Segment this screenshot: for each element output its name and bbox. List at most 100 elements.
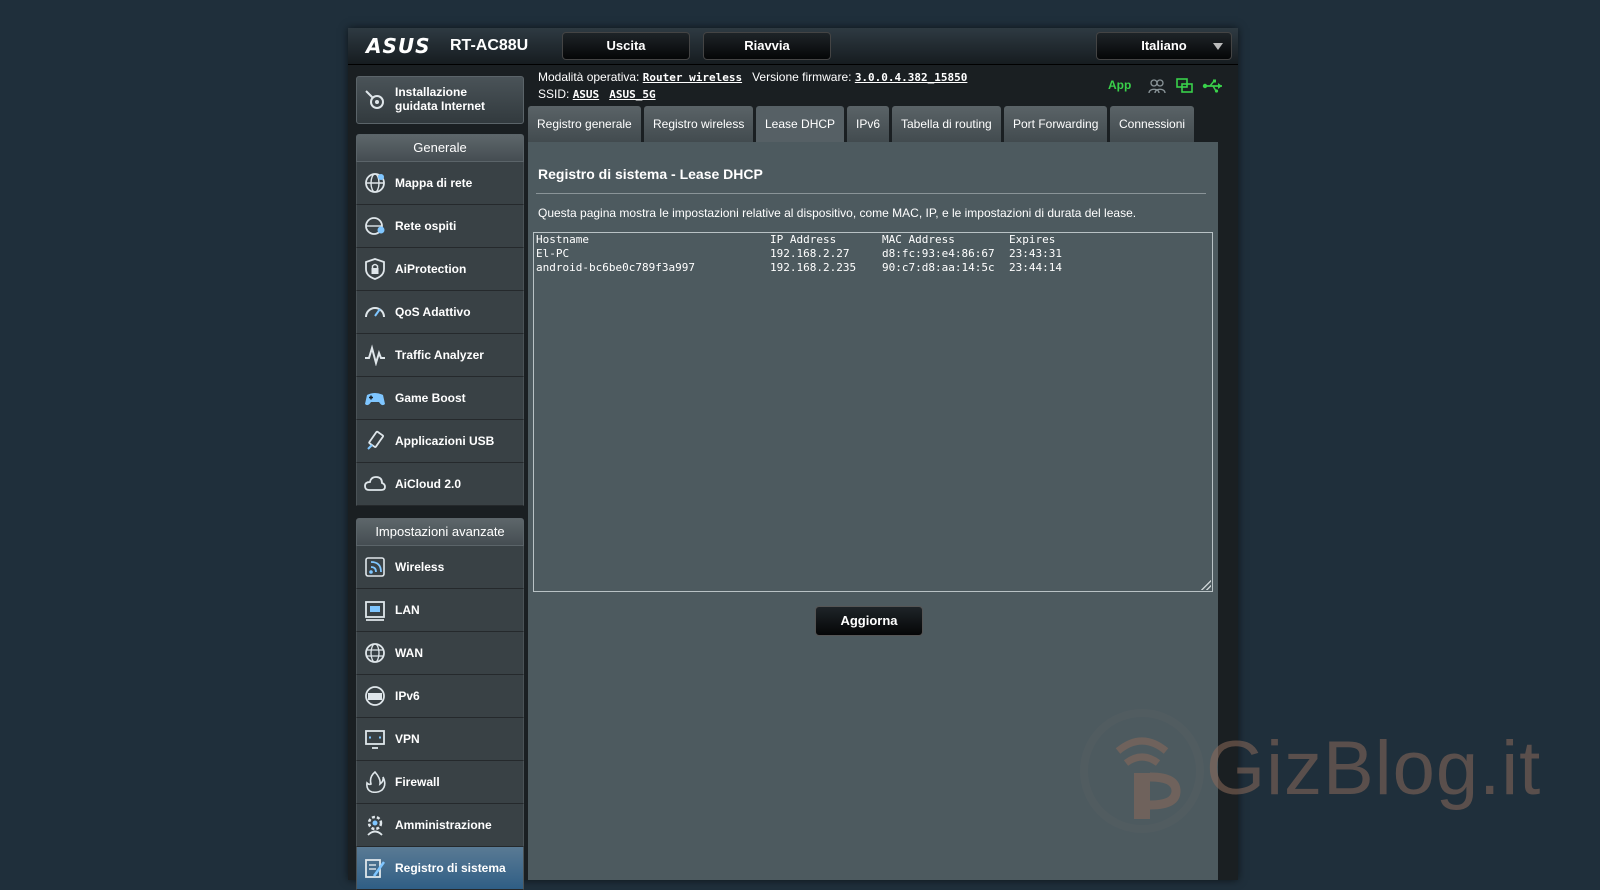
globe-icon: [365, 643, 385, 663]
mode-link[interactable]: Router wireless: [643, 71, 742, 84]
sidebar-item-lan[interactable]: LAN: [356, 589, 524, 632]
sidebar-item-registro-di-sistema[interactable]: Registro di sistema: [356, 847, 524, 890]
title-divider: [536, 193, 1206, 194]
page-description: Questa pagina mostra le impostazioni rel…: [538, 206, 1137, 220]
sidebar-item-aiprotection[interactable]: AiProtection: [356, 248, 524, 291]
language-select[interactable]: Italiano: [1096, 32, 1232, 60]
log-row: android-bc6be0c789f3a997 192.168.2.235 9…: [534, 261, 1212, 275]
sidebar-item-label: Applicazioni USB: [395, 434, 495, 448]
gear-person-icon: [367, 815, 383, 836]
tab-ipv6[interactable]: IPv6: [847, 106, 890, 142]
sidebar-item-label: AiCloud 2.0: [395, 477, 462, 491]
status-icons: App: [1108, 78, 1228, 98]
network-map-icon: [365, 173, 385, 193]
refresh-button[interactable]: Aggiorna: [815, 606, 923, 636]
sidebar-item-amministrazione[interactable]: Amministrazione: [356, 804, 524, 847]
sidebar-item-label: VPN: [395, 732, 420, 746]
row-ip: 192.168.2.235: [770, 261, 857, 274]
sidebar-item-label: IPv6: [395, 689, 420, 703]
sidebar: Installazione guidata Internet Generale …: [356, 76, 524, 890]
tab-port-forwarding[interactable]: Port Forwarding: [1004, 106, 1108, 142]
column-ip: IP Address: [770, 233, 837, 246]
sidebar-item-label: LAN: [395, 603, 420, 617]
row-ip: 192.168.2.27: [770, 247, 850, 260]
cloud-icon: [364, 476, 386, 491]
row-expires: 23:43:31: [1009, 247, 1062, 260]
sidebar-item-wan[interactable]: WAN: [356, 632, 524, 675]
ipv6-globe-icon: [365, 686, 385, 706]
sidebar-item-rete-ospiti[interactable]: Rete ospiti: [356, 205, 524, 248]
general-section-title: Generale: [356, 134, 524, 162]
reboot-button[interactable]: Riavvia: [703, 32, 831, 60]
row-expires: 23:44:14: [1009, 261, 1062, 274]
clients-icon[interactable]: [1148, 78, 1166, 94]
sidebar-item-label: Mappa di rete: [395, 176, 473, 190]
sidebar-item-label: WAN: [395, 646, 423, 660]
usb-icon[interactable]: [1202, 78, 1224, 94]
tab-lease-dhcp[interactable]: Lease DHCP: [756, 106, 845, 142]
log-row: El-PC 192.168.2.27 d8:fc:93:e4:86:67 23:…: [534, 247, 1212, 261]
sidebar-item-label: Game Boost: [395, 391, 466, 405]
quick-setup-label-2: guidata Internet: [395, 99, 486, 113]
sidebar-item-vpn[interactable]: VPN: [356, 718, 524, 761]
firmware-label: Versione firmware:: [752, 70, 852, 84]
sidebar-item-label: Wireless: [395, 560, 445, 574]
wand-gear-icon: [365, 90, 384, 109]
shield-lock-icon: [365, 258, 385, 280]
language-value: Italiano: [1141, 38, 1187, 53]
fire-icon: [366, 771, 386, 793]
sidebar-item-mappa-di-rete[interactable]: Mappa di rete: [356, 162, 524, 205]
resize-handle[interactable]: [1201, 580, 1211, 590]
sidebar-item-label: Amministrazione: [395, 818, 492, 832]
sidebar-item-firewall[interactable]: Firewall: [356, 761, 524, 804]
sidebar-item-label: Registro di sistema: [395, 861, 506, 875]
sidebar-item-wireless[interactable]: Wireless: [356, 546, 524, 589]
log-pencil-icon: [365, 859, 386, 878]
tab-registro-wireless[interactable]: Registro wireless: [644, 106, 754, 142]
gizblog-watermark: GizBlog.it: [1078, 705, 1578, 845]
tab-tabella-di-routing[interactable]: Tabella di routing: [892, 106, 1001, 142]
watermark-text: GizBlog.it: [1206, 726, 1542, 811]
quick-setup-button[interactable]: Installazione guidata Internet: [356, 76, 524, 124]
row-mac: 90:c7:d8:aa:14:5c: [882, 261, 995, 274]
tab-registro-generale[interactable]: Registro generale: [528, 106, 641, 142]
row-hostname: El-PC: [536, 247, 570, 260]
sidebar-item-label: Firewall: [395, 775, 440, 789]
sidebar-item-traffic-analyzer[interactable]: Traffic Analyzer: [356, 334, 524, 377]
sidebar-item-qos-adattivo[interactable]: QoS Adattivo: [356, 291, 524, 334]
row-hostname: android-bc6be0c789f3a997: [536, 261, 695, 274]
advanced-section-title: Impostazioni avanzate: [356, 518, 524, 546]
sidebar-item-game-boost[interactable]: Game Boost: [356, 377, 524, 420]
ssid-label: SSID:: [538, 87, 570, 101]
firmware-link[interactable]: 3.0.0.4.382_15850: [855, 71, 968, 84]
sidebar-item-label: AiProtection: [395, 262, 467, 276]
dhcp-lease-log[interactable]: Hostname IP Address MAC Address Expires …: [533, 232, 1213, 592]
sidebar-item-ipv6[interactable]: IPv6: [356, 675, 524, 718]
header-bar: ASUS RT-AC88U Uscita Riavvia Italiano: [348, 28, 1238, 65]
usb-app-icon: [367, 430, 384, 450]
asus-logo: ASUS: [366, 34, 431, 58]
sidebar-item-label: Rete ospiti: [395, 219, 457, 233]
traffic-wave-icon: [365, 344, 385, 366]
column-mac: MAC Address: [882, 233, 955, 246]
ssid-link-5g[interactable]: ASUS_5G: [609, 88, 655, 101]
logout-button[interactable]: Uscita: [562, 32, 690, 60]
speedometer-icon: [365, 307, 385, 318]
quick-setup-label-1: Installazione: [395, 85, 468, 99]
mode-label: Modalità operativa:: [538, 70, 640, 84]
tab-connessioni[interactable]: Connessioni: [1110, 106, 1195, 142]
page-title: Registro di sistema - Lease DHCP: [538, 166, 763, 182]
column-expires: Expires: [1009, 233, 1056, 246]
wireless-icon: [365, 557, 385, 577]
lan-icon: [365, 601, 385, 621]
sidebar-item-aicloud-2-0[interactable]: AiCloud 2.0: [356, 463, 524, 506]
sidebar-item-label: QoS Adattivo: [395, 305, 471, 319]
ssid-link-2g[interactable]: ASUS: [573, 88, 600, 101]
info-bar: Modalità operativa: Router wireless Vers…: [538, 68, 1238, 104]
sidebar-item-applicazioni-usb[interactable]: Applicazioni USB: [356, 420, 524, 463]
app-link[interactable]: App: [1108, 78, 1131, 92]
vpn-monitor-icon: [365, 730, 385, 749]
gamepad-icon: [365, 393, 385, 406]
network-status-icon[interactable]: [1176, 78, 1194, 94]
sidebar-item-label: Traffic Analyzer: [395, 348, 484, 362]
